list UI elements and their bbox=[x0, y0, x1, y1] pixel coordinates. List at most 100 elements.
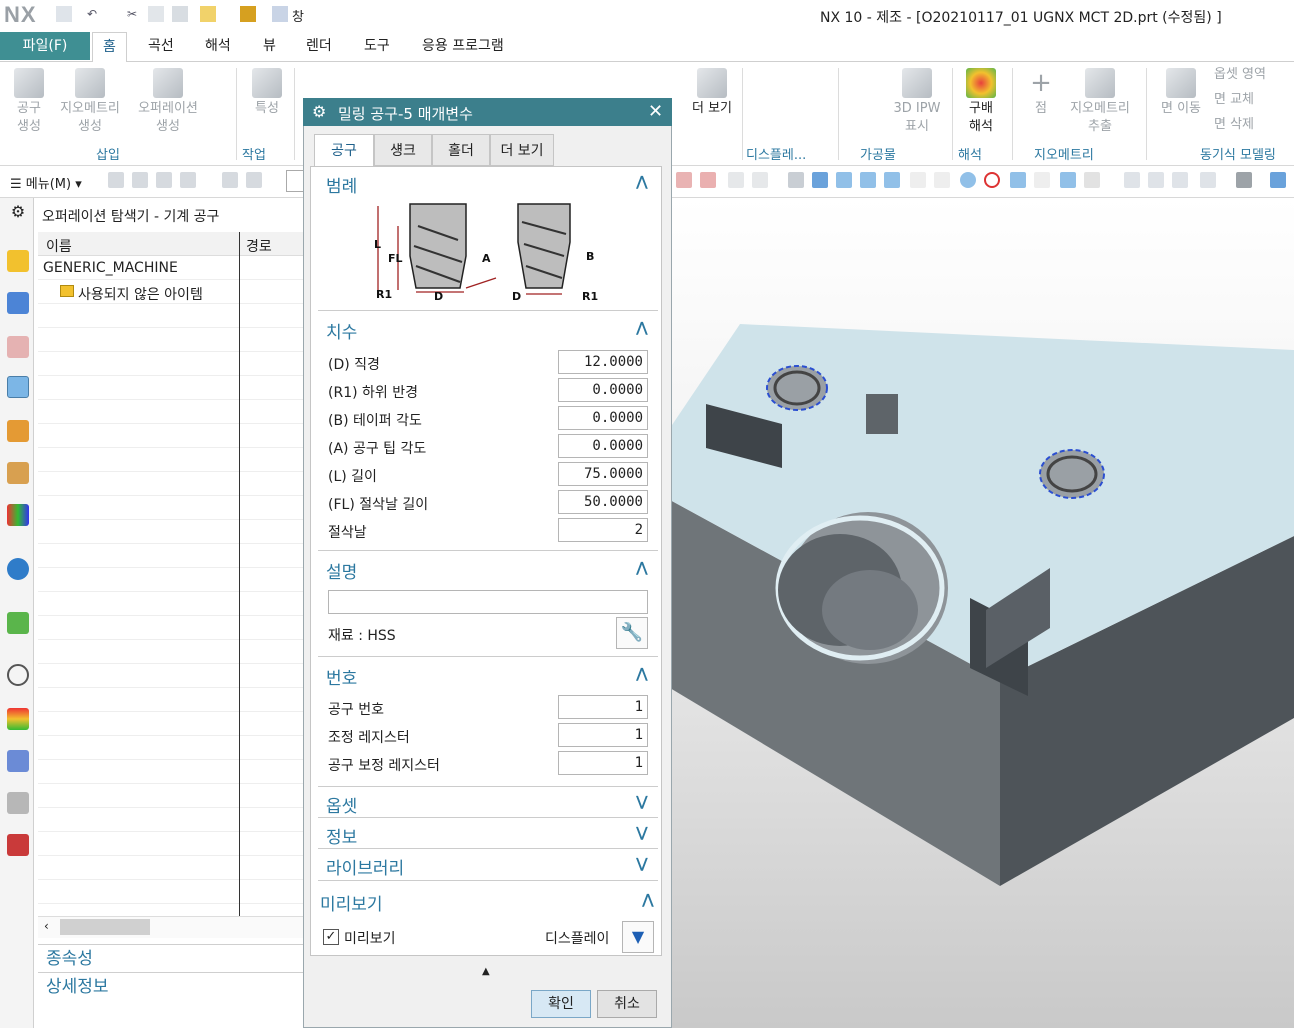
collapse-chevron-icon[interactable]: ⋀ bbox=[636, 560, 648, 576]
machine-node[interactable]: GENERIC_MACHINE bbox=[43, 260, 178, 276]
collapse-chevron-icon[interactable]: ⋀ bbox=[636, 666, 648, 682]
library-section-header[interactable]: 라이브러리 bbox=[326, 854, 404, 879]
scrollbar-thumb[interactable] bbox=[60, 919, 150, 935]
info-section-header[interactable]: 정보 bbox=[326, 823, 357, 848]
window-icon[interactable] bbox=[272, 6, 288, 22]
system-scene-icon[interactable] bbox=[7, 834, 29, 856]
column-name[interactable]: 이름 bbox=[46, 236, 72, 256]
snap-icon[interactable] bbox=[934, 172, 950, 188]
tab-more[interactable]: 더 보기 bbox=[490, 134, 554, 166]
window-menu[interactable]: 창 bbox=[292, 6, 304, 25]
snap-endpoint-icon[interactable] bbox=[860, 172, 876, 188]
gear-icon[interactable]: ⚙ bbox=[7, 202, 29, 224]
machine-tool-navigator-icon[interactable] bbox=[7, 420, 29, 442]
group-synchronous-modeling[interactable]: 동기식 모델링 bbox=[1200, 144, 1276, 163]
move-face-button[interactable]: 면 이동 bbox=[1156, 68, 1206, 118]
constraint-navigator-icon[interactable] bbox=[7, 336, 29, 358]
group-workpiece[interactable]: 가공물 bbox=[860, 144, 896, 163]
view-icon[interactable] bbox=[1124, 172, 1140, 188]
cancel-button[interactable]: 취소 bbox=[597, 990, 657, 1018]
cutcom-register-field[interactable]: 1 bbox=[558, 751, 648, 775]
delete-face-button[interactable]: 면 삭제 bbox=[1214, 116, 1254, 134]
expand-chevron-icon[interactable]: ⋁ bbox=[636, 856, 648, 872]
offset-section-header[interactable]: 옵셋 bbox=[326, 792, 357, 817]
length-field[interactable]: 75.0000 bbox=[558, 462, 648, 486]
snap-icon[interactable] bbox=[910, 172, 926, 188]
tip-angle-field[interactable]: 0.0000 bbox=[558, 434, 648, 458]
snap-icon[interactable] bbox=[1060, 172, 1076, 188]
replace-face-button[interactable]: 면 교체 bbox=[1214, 91, 1254, 109]
numbers-section-header[interactable]: 번호 bbox=[326, 664, 357, 689]
palette-icon[interactable] bbox=[7, 708, 29, 730]
diameter-field[interactable]: 12.0000 bbox=[558, 350, 648, 374]
snap-midpoint-icon[interactable] bbox=[884, 172, 900, 188]
column-divider[interactable] bbox=[239, 232, 240, 916]
snap-icon[interactable] bbox=[1084, 172, 1100, 188]
snap-point-icon[interactable] bbox=[676, 172, 692, 188]
more-button[interactable]: 더 보기 bbox=[686, 68, 738, 118]
copy-icon[interactable] bbox=[148, 6, 164, 22]
touch-mode-icon[interactable] bbox=[240, 6, 256, 22]
info-icon[interactable] bbox=[7, 558, 29, 580]
legend-section-header[interactable]: 범례 bbox=[326, 172, 357, 197]
tab-curve[interactable]: 곡선 bbox=[138, 32, 184, 62]
column-path[interactable]: 경로 bbox=[246, 236, 272, 256]
type-filter-dropdown[interactable] bbox=[286, 170, 304, 192]
flute-length-field[interactable]: 50.0000 bbox=[558, 490, 648, 514]
selection-filter-icon[interactable] bbox=[108, 172, 124, 188]
create-tool-button[interactable]: 공구 생성 bbox=[8, 68, 50, 136]
properties-button[interactable]: 특성 bbox=[248, 68, 286, 118]
render-style-icon[interactable] bbox=[1236, 172, 1252, 188]
tool-number-field[interactable]: 1 bbox=[558, 695, 648, 719]
snap-icon[interactable] bbox=[246, 172, 262, 188]
cube-icon[interactable] bbox=[1270, 172, 1286, 188]
wrench-icon[interactable]: 🔧 bbox=[616, 617, 648, 649]
view-icon[interactable] bbox=[1148, 172, 1164, 188]
history-icon[interactable] bbox=[7, 664, 29, 686]
group-insert[interactable]: 삽입 bbox=[96, 144, 120, 163]
tab-home[interactable]: 홈 bbox=[92, 32, 127, 63]
preview-checkbox[interactable]: ✓ bbox=[323, 929, 339, 945]
view-icon[interactable] bbox=[788, 172, 804, 188]
tab-view[interactable]: 뷰 bbox=[253, 32, 286, 62]
group-geometry[interactable]: 지오메트리 bbox=[1034, 144, 1094, 163]
expand-chevron-icon[interactable]: ⋁ bbox=[636, 825, 648, 841]
show-3d-ipw-button[interactable]: 3D IPW 표시 bbox=[888, 68, 946, 136]
tab-tools[interactable]: 도구 bbox=[354, 32, 400, 62]
description-input[interactable] bbox=[328, 590, 648, 614]
snap-quadrant-icon[interactable] bbox=[984, 172, 1000, 188]
snap-point-icon[interactable] bbox=[700, 172, 716, 188]
preview-section-header[interactable]: 미리보기 bbox=[320, 890, 383, 915]
group-operations[interactable]: 작업 bbox=[242, 144, 266, 163]
snap-intersection-icon[interactable] bbox=[1010, 172, 1026, 188]
paste-icon[interactable] bbox=[172, 6, 188, 22]
snap-point-icon[interactable] bbox=[728, 172, 744, 188]
snap-center-icon[interactable] bbox=[960, 172, 976, 188]
selection-filter-icon[interactable] bbox=[132, 172, 148, 188]
machining-feature-navigator-icon[interactable] bbox=[7, 462, 29, 484]
view-icon[interactable] bbox=[1200, 172, 1216, 188]
dimensions-section-header[interactable]: 치수 bbox=[326, 318, 357, 343]
reuse-library-icon[interactable] bbox=[7, 504, 29, 526]
offset-region-button[interactable]: 옵셋 영역 bbox=[1214, 66, 1266, 84]
dependencies-section[interactable]: 종속성 bbox=[38, 944, 304, 972]
cut-icon[interactable]: ✂ bbox=[124, 6, 140, 22]
repeat-command-icon[interactable] bbox=[200, 6, 216, 22]
description-section-header[interactable]: 설명 bbox=[326, 558, 357, 583]
operation-navigator-icon[interactable] bbox=[7, 376, 29, 398]
tab-render[interactable]: 렌더 bbox=[296, 32, 342, 62]
details-section[interactable]: 상세정보 bbox=[38, 972, 304, 1000]
snap-active-icon[interactable] bbox=[836, 172, 852, 188]
extract-geometry-button[interactable]: 지오메트리 추출 bbox=[1062, 68, 1138, 136]
tab-applications[interactable]: 응용 프로그램 bbox=[412, 32, 514, 62]
tab-holder[interactable]: 홀더 bbox=[432, 134, 490, 166]
group-display[interactable]: 디스플레... bbox=[746, 144, 806, 163]
snap-icon[interactable] bbox=[222, 172, 238, 188]
menu-button[interactable]: ☰ 메뉴(M) ▾ bbox=[10, 173, 82, 192]
process-studio-icon[interactable] bbox=[7, 750, 29, 772]
snap-point-icon[interactable] bbox=[752, 172, 768, 188]
scroll-left-icon[interactable]: ‹ bbox=[44, 919, 49, 933]
undo-icon[interactable]: ↶ bbox=[84, 6, 100, 22]
collapse-up-icon[interactable]: ▲ bbox=[482, 966, 490, 977]
selection-filter-icon[interactable] bbox=[156, 172, 172, 188]
